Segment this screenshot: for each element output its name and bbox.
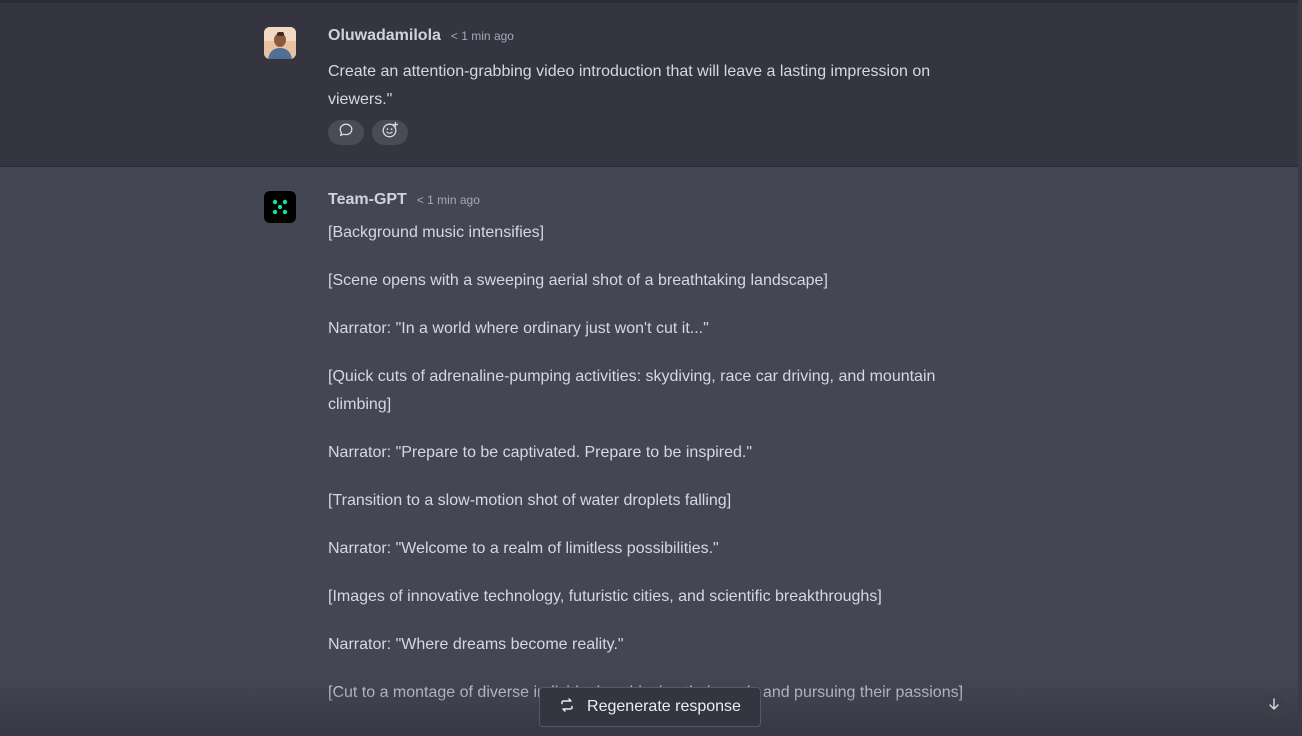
comment-icon xyxy=(338,122,354,143)
comment-button[interactable] xyxy=(328,120,364,145)
user-message-time: < 1 min ago xyxy=(450,29,514,43)
ai-message-time: < 1 min ago xyxy=(416,193,480,207)
arrow-down-icon xyxy=(1267,697,1281,716)
regenerate-response-button[interactable]: Regenerate response xyxy=(539,687,761,727)
ai-paragraph: Narrator: "Where dreams become reality." xyxy=(328,636,624,653)
add-reaction-icon xyxy=(381,121,399,144)
scroll-down-button[interactable] xyxy=(1262,694,1286,718)
ai-paragraph: Narrator: "Welcome to a realm of limitle… xyxy=(328,540,719,557)
user-message-text: Create an attention-grabbing video intro… xyxy=(328,63,931,108)
team-gpt-logo-icon xyxy=(264,191,296,223)
regenerate-label: Regenerate response xyxy=(587,698,741,715)
ai-paragraph: Narrator: "In a world where ordinary jus… xyxy=(328,320,709,337)
user-message: Oluwadamilola < 1 min ago Create an atte… xyxy=(0,3,1298,167)
add-reaction-button[interactable] xyxy=(372,120,408,145)
ai-paragraph: [Quick cuts of adrenaline-pumping activi… xyxy=(328,368,936,413)
ai-author-name: Team-GPT xyxy=(328,191,407,208)
refresh-icon xyxy=(559,697,575,718)
ai-paragraph: Narrator: "Prepare to be captivated. Pre… xyxy=(328,444,753,461)
scrollbar[interactable] xyxy=(1298,0,1302,736)
user-author-name: Oluwadamilola xyxy=(328,27,441,44)
ai-message: Team-GPT < 1 min ago [Background music i… xyxy=(0,167,1298,736)
ai-message-body: [Background music intensifies] [Scene op… xyxy=(328,219,968,727)
ai-paragraph: [Scene opens with a sweeping aerial shot… xyxy=(328,272,828,289)
ai-paragraph: [Transition to a slow-motion shot of wat… xyxy=(328,492,732,509)
ai-paragraph: [Background music intensifies] xyxy=(328,224,545,241)
user-avatar[interactable] xyxy=(264,27,296,59)
ai-paragraph: [Images of innovative technology, futuri… xyxy=(328,588,882,605)
